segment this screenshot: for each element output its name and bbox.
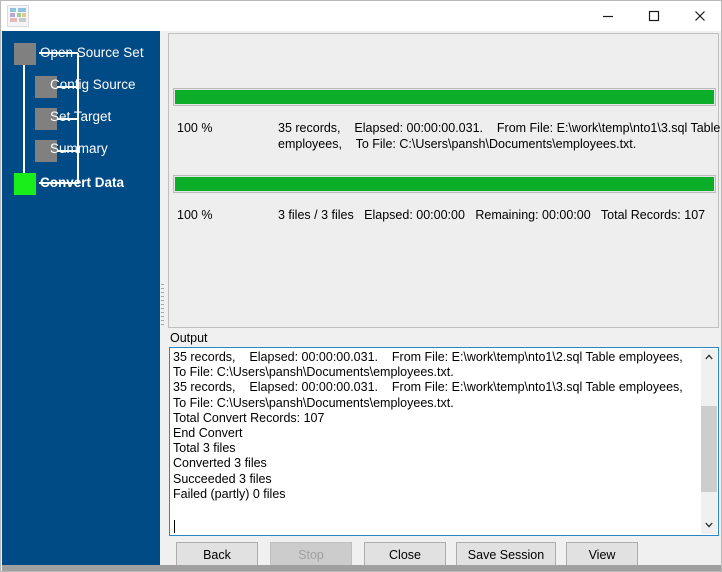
title-bar <box>1 1 721 31</box>
overall-progress-bar <box>173 175 716 193</box>
progress-panel: 100 % 35 records, Elapsed: 00:00:00.031.… <box>168 33 721 328</box>
application-window: Open Source Set Config Source Set Target… <box>0 0 722 572</box>
chevron-up-icon[interactable] <box>701 349 717 366</box>
wizard-step-sidebar: Open Source Set Config Source Set Target… <box>2 31 161 571</box>
text-caret <box>174 520 175 533</box>
save-session-button[interactable]: Save Session <box>456 542 556 567</box>
maximize-icon[interactable] <box>631 1 677 31</box>
stop-button: Stop <box>270 542 352 567</box>
database-table-icon <box>7 5 29 27</box>
sidebar-item-convert-data[interactable]: Convert Data <box>40 175 124 191</box>
sidebar-item-config-source[interactable]: Config Source <box>50 77 136 93</box>
sidebar-item-set-target[interactable]: Set Target <box>50 109 111 125</box>
minimize-icon[interactable] <box>585 1 631 31</box>
overall-progress-percent: 100 % <box>177 208 213 222</box>
sidebar-item-summary[interactable]: Summary <box>50 141 108 157</box>
output-scrollbar[interactable] <box>701 349 717 534</box>
file-progress-detail-line1: 35 records, Elapsed: 00:00:00.031. From … <box>278 121 721 135</box>
file-progress-fill <box>175 90 714 104</box>
splitter-grip-icon[interactable] <box>161 284 164 328</box>
output-label: Output <box>170 331 208 345</box>
file-progress-bar <box>173 88 716 106</box>
back-button[interactable]: Back <box>176 542 258 567</box>
sidebar-item-open-source-set[interactable]: Open Source Set <box>40 45 144 61</box>
file-progress-detail-line2: employees, To File: C:\Users\pansh\Docum… <box>278 137 637 151</box>
overall-progress-fill <box>175 177 714 191</box>
close-icon[interactable] <box>677 1 721 31</box>
overall-progress-detail: 3 files / 3 files Elapsed: 00:00:00 Rema… <box>278 208 706 222</box>
sidebar-step-node-open-source-set[interactable] <box>14 43 36 65</box>
file-progress-percent: 100 % <box>177 121 213 135</box>
close-button[interactable]: Close <box>364 542 446 567</box>
chevron-down-icon[interactable] <box>701 517 717 534</box>
scrollbar-thumb[interactable] <box>701 406 717 492</box>
output-textarea[interactable]: 35 records, Elapsed: 00:00:00.031. From … <box>169 347 719 536</box>
window-bottom-edge <box>2 565 721 571</box>
output-log-text: 35 records, Elapsed: 00:00:00.031. From … <box>173 350 683 501</box>
connector-vertical-trunk <box>23 59 25 183</box>
sidebar-step-node-convert-data[interactable] <box>14 173 36 195</box>
main-content: 100 % 35 records, Elapsed: 00:00:00.031.… <box>166 31 721 571</box>
view-button[interactable]: View <box>566 542 638 567</box>
